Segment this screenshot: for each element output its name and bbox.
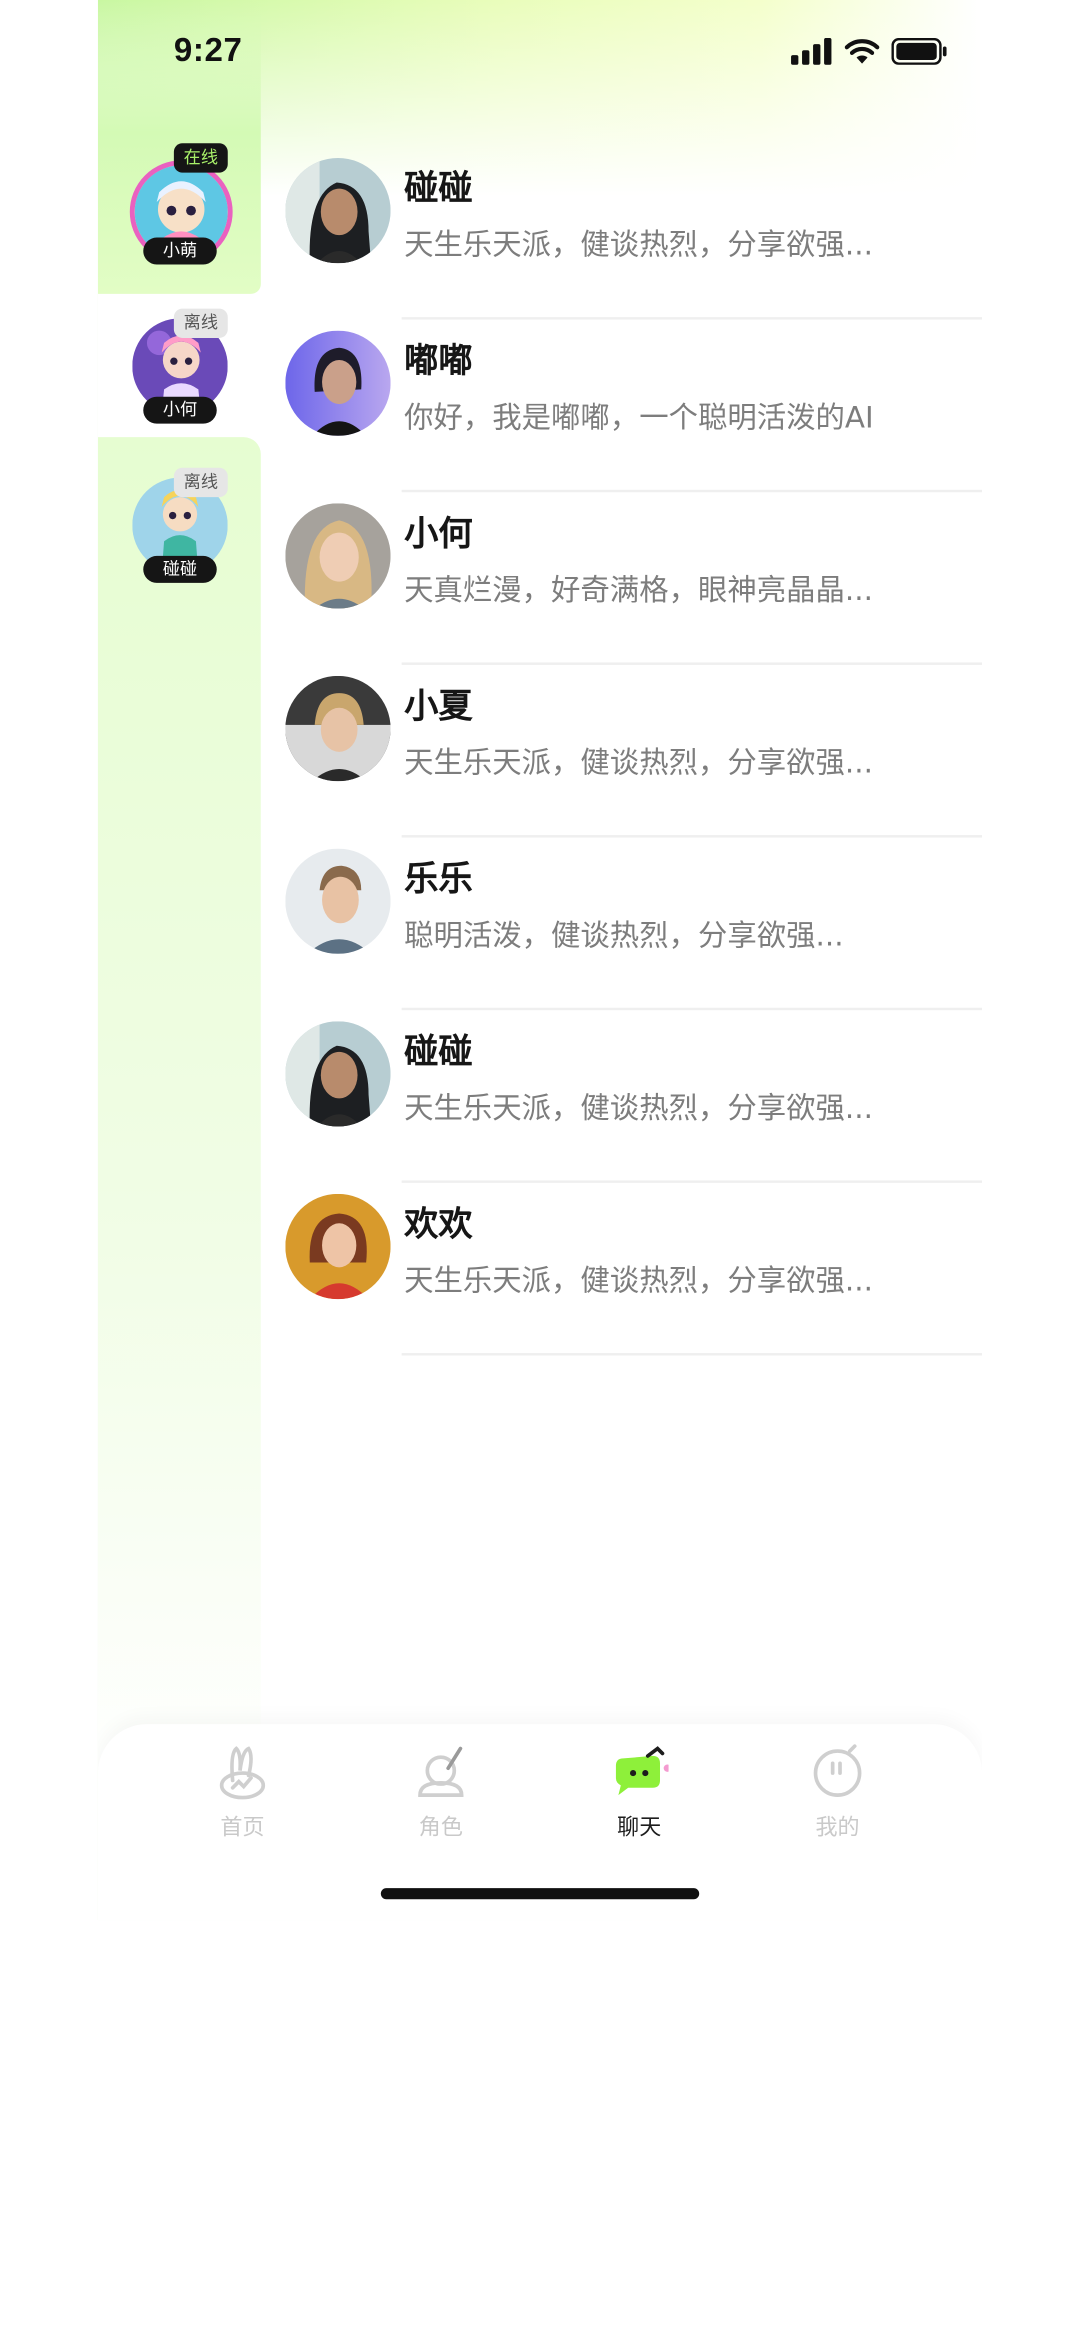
home-indicator[interactable] (380, 1888, 700, 1900)
avatar (285, 1193, 391, 1300)
sidebar-item-label: 碰碰 (143, 555, 217, 583)
chat-name: 小夏 (404, 685, 473, 727)
chat-preview: 聪明活泼，健谈热烈，分享欲强... (404, 918, 844, 953)
avatar (285, 675, 391, 782)
tab-label: 我的 (815, 1814, 860, 1841)
avatar (285, 848, 391, 954)
list-item[interactable]: 欢欢 天生乐天派，健谈热烈，分享欲强... (282, 1183, 983, 1356)
chat-preview: 天生乐天派，健谈热烈，分享欲强... (404, 1091, 873, 1126)
sidebar (97, 437, 261, 1785)
list-item[interactable]: 碰碰 天生乐天派，健谈热烈，分享欲强... (282, 1010, 983, 1183)
avatar (285, 157, 391, 264)
list-item[interactable]: 小夏 天生乐天派，健谈热烈，分享欲强... (282, 665, 983, 838)
chat-name: 小何 (404, 513, 473, 554)
chat-name: 欢欢 (404, 1203, 473, 1245)
chat-preview: 天生乐天派，健谈热烈，分享欲强... (404, 745, 873, 781)
sidebar-item-label: 小萌 (143, 237, 217, 265)
chat-preview: 你好，我是嘟嘟，一个聪明活泼的AI (404, 400, 874, 435)
tab-home[interactable]: 首页 (169, 1744, 316, 1854)
list-item[interactable]: 碰碰 天生乐天派，健谈热烈，分享欲强... (282, 147, 983, 320)
tab-character[interactable]: 角色 (367, 1744, 514, 1854)
status-badge: 离线 (173, 308, 228, 338)
avatar (285, 503, 391, 609)
status-time: 9:27 (173, 31, 243, 69)
character-icon (418, 1746, 464, 1797)
signal-icon (791, 37, 832, 65)
status-icons (791, 37, 948, 65)
chat-preview: 天真烂漫，好奇满格，眼神亮晶晶... (404, 573, 873, 608)
sidebar-item-xiaohe[interactable]: 离线 小何 (98, 306, 261, 453)
chat-name: 碰碰 (404, 1031, 473, 1072)
divider (401, 1353, 983, 1356)
wifi-icon (844, 39, 880, 64)
list-item[interactable]: 乐乐 聪明活泼，健谈热烈，分享欲强... (282, 838, 983, 1011)
avatar (285, 1021, 391, 1127)
sidebar-item-xiaomeng[interactable]: 在线 小萌 (98, 141, 261, 288)
list-item[interactable]: 嘟嘟 你好，我是嘟嘟，一个聪明活泼的AI (282, 320, 983, 493)
tab-label: 首页 (220, 1814, 265, 1841)
chat-name: 乐乐 (404, 858, 473, 899)
rabbit-home-icon (219, 1746, 266, 1800)
chat-name: 碰碰 (404, 167, 473, 209)
sidebar-item-label: 小何 (143, 396, 217, 424)
profile-icon (813, 1744, 862, 1797)
chat-preview: 天生乐天派，健谈热烈，分享欲强... (404, 227, 873, 263)
tab-profile[interactable]: 我的 (764, 1744, 911, 1854)
list-item[interactable]: 小何 天真烂漫，好奇满格，眼神亮晶晶... (282, 492, 983, 665)
sidebar-item-pengpeng[interactable]: 离线 碰碰 (98, 465, 261, 612)
tab-label: 角色 (418, 1814, 463, 1841)
battery-icon (891, 37, 947, 65)
tab-chat[interactable]: 聊天 (566, 1744, 713, 1854)
chat-name: 嘟嘟 (404, 340, 473, 381)
status-badge: 在线 (173, 143, 228, 173)
chat-list: 碰碰 天生乐天派，健谈热烈，分享欲强... 嘟嘟 你好，我是嘟嘟，一个聪明活泼的… (282, 147, 983, 1356)
tab-label: 聊天 (617, 1814, 662, 1841)
chat-icon (615, 1746, 669, 1796)
status-badge: 离线 (173, 467, 228, 498)
chat-screen: 9:27 在线 小萌 离线 小何 离线 碰碰 碰碰 天生乐天派，健谈热烈，分享欲… (97, 0, 983, 1921)
chat-preview: 天生乐天派，健谈热烈，分享欲强... (404, 1263, 873, 1298)
avatar (285, 330, 391, 436)
